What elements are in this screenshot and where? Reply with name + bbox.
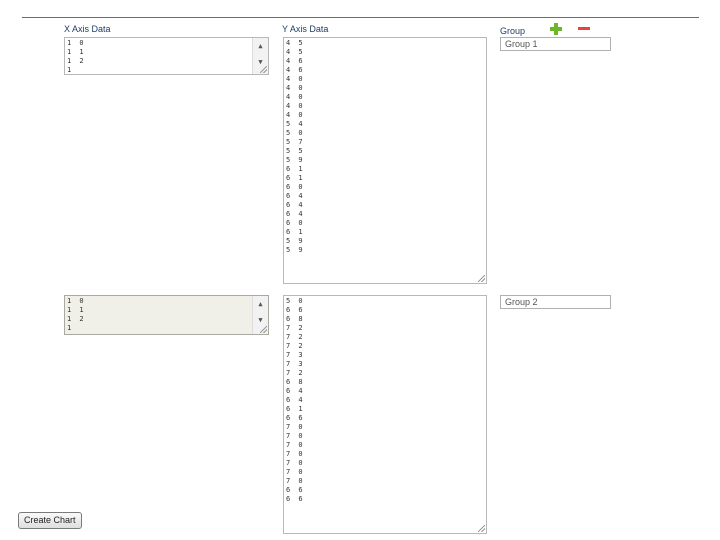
group-name-input-2[interactable]: Group 2 [500,295,611,309]
data-line: 6 4 [286,387,305,395]
data-line: 6 8 [286,378,305,386]
plus-icon[interactable] [549,22,563,36]
minus-icon[interactable] [577,22,591,36]
data-line: 7 0 [286,423,305,431]
data-line: 7 0 [286,459,305,467]
data-line: 5 0 [286,129,305,137]
data-line: 6 0 [286,183,305,191]
data-line: 1 [67,324,74,332]
data-line: 5 7 [286,138,305,146]
data-line: 6 6 [286,495,305,503]
data-line: 7 3 [286,360,305,368]
scroll-up-arrow-icon[interactable]: ▲ [253,40,268,52]
data-line: 4 0 [286,84,305,92]
group-header: Group [500,26,526,36]
resize-grip-icon[interactable] [260,326,267,333]
resize-grip-icon[interactable] [478,275,485,282]
data-line: 5 0 [286,297,305,305]
header-divider [22,17,699,18]
data-line: 7 0 [286,477,305,485]
data-line: 6 4 [286,201,305,209]
data-line: 1 2 [67,57,86,65]
x-axis-data-textarea-2[interactable]: 1 01 11 21 ▲ ▼ [64,295,269,335]
data-line: 6 4 [286,396,305,404]
data-line: 7 2 [286,342,305,350]
data-line: 7 2 [286,324,305,332]
data-line: 6 6 [286,414,305,422]
data-line: 7 2 [286,333,305,341]
data-line: 1 1 [67,306,86,314]
data-line: 4 5 [286,39,305,47]
data-line: 1 0 [67,39,86,47]
data-line: 4 0 [286,75,305,83]
data-line: 7 2 [286,369,305,377]
data-line: 4 6 [286,66,305,74]
data-line: 1 [67,66,74,74]
data-line: 7 0 [286,441,305,449]
data-line: 6 0 [286,219,305,227]
data-line: 6 1 [286,165,305,173]
data-line: 4 6 [286,57,305,65]
data-line: 6 4 [286,210,305,218]
data-line: 5 9 [286,246,305,254]
data-line: 4 0 [286,93,305,101]
data-line: 4 0 [286,102,305,110]
data-line: 5 9 [286,156,305,164]
data-line: 6 1 [286,405,305,413]
scroll-up-arrow-icon[interactable]: ▲ [253,298,268,310]
x-axis-data-textarea-1[interactable]: 1 01 11 21 ▲ ▼ [64,37,269,75]
data-line: 1 2 [67,315,86,323]
data-line: 6 4 [286,192,305,200]
data-line: 6 1 [286,228,305,236]
scroll-down-arrow-icon[interactable]: ▼ [253,314,268,326]
y-axis-data-textarea-2[interactable]: 5 06 66 87 27 27 27 37 37 26 86 46 46 16… [283,295,487,534]
y-axis-data-textarea-1[interactable]: 4 54 54 64 64 04 04 04 04 05 45 05 75 55… [283,37,487,284]
resize-grip-icon[interactable] [260,66,267,73]
data-line: 5 4 [286,120,305,128]
data-line: 7 3 [286,351,305,359]
create-chart-button[interactable]: Create Chart [18,512,82,529]
data-line: 7 0 [286,432,305,440]
data-line: 4 5 [286,48,305,56]
data-line: 6 6 [286,486,305,494]
data-line: 5 5 [286,147,305,155]
data-line: 6 6 [286,306,305,314]
data-line: 1 1 [67,48,86,56]
y-axis-header: Y Axis Data [282,24,329,34]
data-line: 5 9 [286,237,305,245]
data-line: 7 0 [286,450,305,458]
resize-grip-icon[interactable] [478,525,485,532]
x-axis-header: X Axis Data [64,24,111,34]
data-line: 4 0 [286,111,305,119]
data-line: 1 0 [67,297,86,305]
data-line: 7 0 [286,468,305,476]
data-line: 6 8 [286,315,305,323]
data-line: 6 1 [286,174,305,182]
group-name-input-1[interactable]: Group 1 [500,37,611,51]
